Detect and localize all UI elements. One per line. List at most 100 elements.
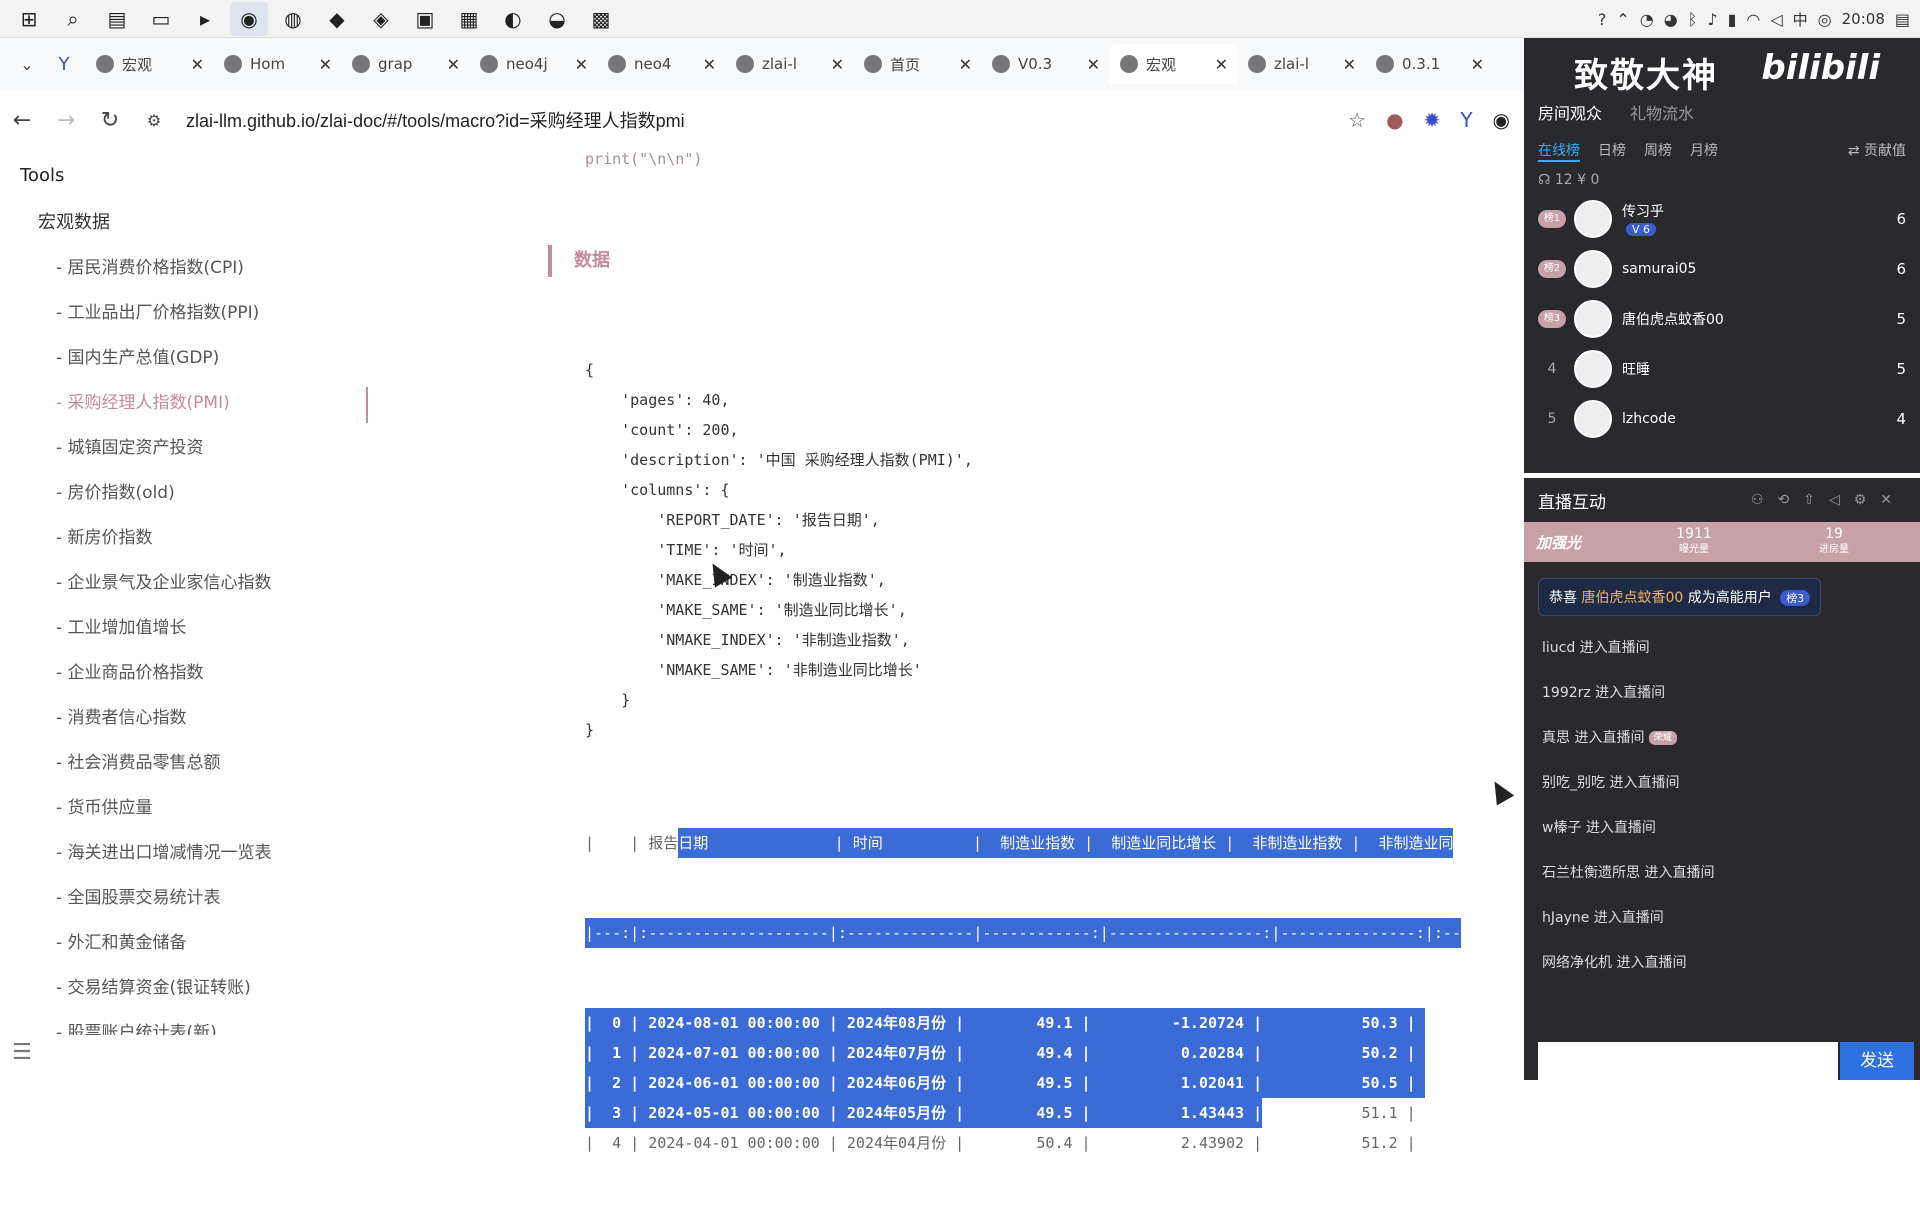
tab-daily-rank[interactable]: 日榜: [1598, 140, 1626, 162]
rank-username[interactable]: 唐伯虎点蚊香00: [1622, 312, 1724, 328]
forward-icon[interactable]: →: [44, 108, 88, 133]
tab-online-rank[interactable]: 在线榜: [1538, 140, 1580, 162]
close-tab-icon[interactable]: ✕: [1087, 55, 1100, 74]
back-icon[interactable]: ←: [0, 108, 44, 133]
rank-username[interactable]: 传习乎: [1622, 204, 1664, 220]
rank-row[interactable]: 榜2 samurai05 6: [1524, 244, 1920, 294]
clock[interactable]: 20:08: [1842, 10, 1885, 28]
bookmark-star-icon[interactable]: ☆: [1348, 108, 1366, 132]
wechat-icon[interactable]: ◍: [274, 2, 312, 36]
chrome-icon[interactable]: ◉: [230, 1, 268, 36]
browser-tab[interactable]: 0.3.1 ✕: [1366, 44, 1494, 84]
site-settings-icon[interactable]: ⚙: [132, 111, 176, 130]
browser-tab[interactable]: zlai-l ✕: [1238, 44, 1366, 84]
browser-tab[interactable]: 宏观 ✕: [86, 44, 214, 84]
close-tab-icon[interactable]: ✕: [191, 55, 204, 74]
congrats-user[interactable]: 唐伯虎点蚊香00: [1581, 590, 1683, 606]
extension-icon[interactable]: Y: [42, 54, 86, 75]
boost-label[interactable]: 加强光: [1524, 532, 1581, 553]
rank-username[interactable]: samurai05: [1622, 261, 1696, 277]
bluetooth-icon[interactable]: ᛒ: [1688, 10, 1698, 29]
sidebar-item[interactable]: - 股票账户统计表(新): [0, 1011, 372, 1035]
rank-row[interactable]: 榜3 唐伯虎点蚊香00 5: [1524, 294, 1920, 344]
volume-icon[interactable]: ◁: [1770, 10, 1782, 29]
menu-icon[interactable]: ☰: [12, 1040, 32, 1065]
url-input[interactable]: zlai-llm.github.io/zlai-doc/#/tools/macr…: [186, 107, 685, 133]
close-tab-icon[interactable]: ✕: [447, 55, 460, 74]
browser-tab[interactable]: zlai-l ✕: [726, 44, 854, 84]
sidebar-item[interactable]: - 海关进出口增减情况一览表: [0, 831, 372, 876]
app-icon[interactable]: ▣: [406, 2, 444, 36]
wifi-icon[interactable]: ◠: [1746, 10, 1760, 29]
extension-icon[interactable]: ✹: [1424, 108, 1441, 132]
rank-row[interactable]: 5 lzhcode 4: [1524, 394, 1920, 444]
notification-icon[interactable]: ▤: [1895, 10, 1910, 29]
avatar[interactable]: [1574, 300, 1612, 338]
terminal-icon[interactable]: ▸: [186, 2, 224, 36]
start-icon[interactable]: ⊞: [10, 2, 48, 36]
tab-search-icon[interactable]: ⌄: [12, 55, 42, 74]
chat-input[interactable]: [1538, 1042, 1838, 1080]
app-icon[interactable]: ◐: [494, 2, 532, 36]
tray-app-icon[interactable]: ◕: [1664, 10, 1678, 29]
sidebar-item[interactable]: - 城镇固定资产投资: [0, 426, 372, 471]
sidebar-item[interactable]: - 居民消费价格指数(CPI): [0, 246, 372, 291]
avatar[interactable]: [1574, 400, 1612, 438]
app-icon[interactable]: ◈: [362, 2, 400, 36]
extension-icon[interactable]: Y: [1460, 108, 1472, 132]
sidebar-item[interactable]: - 外汇和黄金储备: [0, 921, 372, 966]
chevron-up-icon[interactable]: ⌃: [1616, 10, 1629, 29]
contribution-toggle[interactable]: ⇄ 贡献值: [1848, 140, 1906, 160]
close-tab-icon[interactable]: ✕: [1471, 55, 1484, 74]
close-tab-icon[interactable]: ✕: [1343, 55, 1356, 74]
sidebar-item[interactable]: - 房价指数(old): [0, 471, 372, 516]
close-tab-icon[interactable]: ✕: [959, 55, 972, 74]
explorer-icon[interactable]: ▭: [142, 2, 180, 36]
browser-tab[interactable]: neo4j ✕: [470, 44, 598, 84]
sidebar-item[interactable]: - 社会消费品零售总额: [0, 741, 372, 786]
sidebar-item[interactable]: - 工业增加值增长: [0, 606, 372, 651]
sidebar-item[interactable]: - 全国股票交易统计表: [0, 876, 372, 921]
browser-tab[interactable]: neo4 ✕: [598, 44, 726, 84]
browser-tab[interactable]: Hom ✕: [214, 44, 342, 84]
tab-gift-flow[interactable]: 礼物流水: [1630, 100, 1694, 124]
sidebar-item[interactable]: - 采购经理人指数(PMI): [0, 381, 372, 426]
browser-tab[interactable]: 首页 ✕: [854, 44, 982, 84]
rank-username[interactable]: 旺睡: [1622, 362, 1650, 378]
close-tab-icon[interactable]: ✕: [575, 55, 588, 74]
taskview-icon[interactable]: ▤: [98, 2, 136, 36]
sidebar-item[interactable]: - 交易结算资金(银证转账): [0, 966, 372, 1011]
sidebar-item[interactable]: - 工业品出厂价格指数(PPI): [0, 291, 372, 336]
help-icon[interactable]: ?: [1598, 10, 1607, 29]
microphone-icon[interactable]: ♪: [1707, 10, 1717, 29]
app-icon[interactable]: ▩: [582, 2, 620, 36]
sidebar-title[interactable]: Tools: [0, 155, 372, 196]
browser-tab[interactable]: grap ✕: [342, 44, 470, 84]
rank-row[interactable]: 榜1 传习乎 V 6 6: [1524, 194, 1920, 244]
browser-tab[interactable]: V0.3 ✕: [982, 44, 1110, 84]
sidebar-item[interactable]: - 企业景气及企业家信心指数: [0, 561, 372, 606]
app-icon[interactable]: ◆: [318, 2, 356, 36]
ime-indicator[interactable]: 中: [1793, 9, 1808, 30]
send-button[interactable]: 发送: [1840, 1042, 1914, 1080]
browser-tab[interactable]: 宏观 ✕: [1110, 44, 1238, 84]
tab-monthly-rank[interactable]: 月榜: [1690, 140, 1718, 162]
sidebar-item[interactable]: - 国内生产总值(GDP): [0, 336, 372, 381]
tray-app-icon[interactable]: ◔: [1640, 10, 1654, 29]
app-icon[interactable]: ◒: [538, 2, 576, 36]
reload-icon[interactable]: ↻: [88, 108, 132, 133]
sidebar-item[interactable]: - 货币供应量: [0, 786, 372, 831]
avatar[interactable]: [1574, 200, 1612, 238]
sidebar-item[interactable]: - 新房价指数: [0, 516, 372, 561]
close-tab-icon[interactable]: ✕: [319, 55, 332, 74]
app-icon[interactable]: ▦: [450, 2, 488, 36]
close-tab-icon[interactable]: ✕: [703, 55, 716, 74]
extension-icon[interactable]: ●: [1386, 108, 1403, 132]
rank-username[interactable]: lzhcode: [1622, 411, 1676, 427]
battery-icon[interactable]: ▮: [1728, 10, 1737, 29]
close-tab-icon[interactable]: ✕: [1215, 55, 1228, 74]
avatar[interactable]: [1574, 350, 1612, 388]
close-tab-icon[interactable]: ✕: [831, 55, 844, 74]
tray-app-icon[interactable]: ◎: [1818, 10, 1832, 29]
sidebar-item[interactable]: - 消费者信心指数: [0, 696, 372, 741]
